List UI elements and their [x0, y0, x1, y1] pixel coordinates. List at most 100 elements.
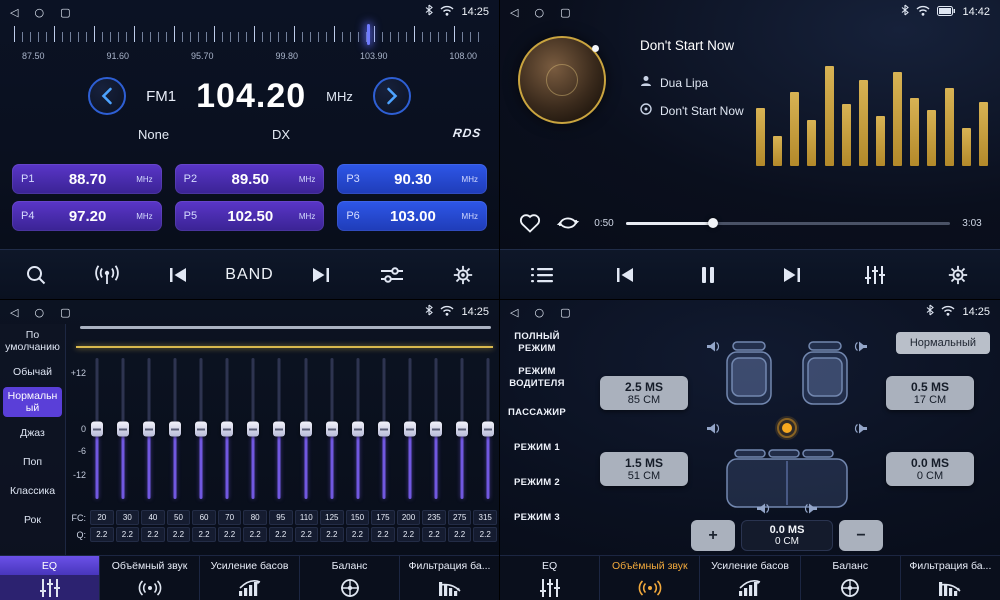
preset-button[interactable]: P4 97.20 MHz — [12, 201, 162, 231]
band-button[interactable]: BAND — [226, 255, 272, 295]
back-icon[interactable]: ◁ — [510, 307, 518, 318]
front-left-delay-button[interactable]: 2.5 MS 85 CM — [600, 376, 688, 410]
eq-band-slider[interactable] — [247, 354, 260, 504]
search-button[interactable] — [13, 255, 59, 295]
recents-icon[interactable]: ▢ — [60, 7, 70, 18]
eq-band-slider[interactable] — [430, 354, 443, 504]
favorite-button[interactable] — [516, 210, 544, 236]
slider-knob[interactable] — [117, 422, 129, 437]
tab-balance[interactable]: Баланс — [801, 556, 901, 600]
eq-band-slider[interactable] — [142, 354, 155, 504]
eq-preset-item[interactable]: Обычай — [3, 358, 62, 385]
tab-filter[interactable]: Фильтрация ба... — [400, 556, 499, 600]
front-right-delay-button[interactable]: 0.5 MS 17 CM — [886, 376, 974, 410]
mode-item[interactable]: РЕЖИМ 1 — [502, 433, 572, 463]
home-icon[interactable]: ○ — [534, 307, 544, 318]
eq-band-slider[interactable] — [168, 354, 181, 504]
scan-stations-button[interactable] — [84, 255, 130, 295]
slider-knob[interactable] — [143, 422, 155, 437]
eq-band-slider[interactable] — [456, 354, 469, 504]
slider-knob[interactable] — [378, 422, 390, 437]
eq-preset-item[interactable]: По умолчанию — [3, 326, 62, 356]
slider-knob[interactable] — [326, 422, 338, 437]
preset-button[interactable]: P3 90.30 MHz — [337, 164, 487, 194]
rear-left-delay-button[interactable]: 1.5 MS 51 CM — [600, 452, 688, 486]
eq-preset-item[interactable]: Рок — [3, 506, 62, 533]
home-icon[interactable]: ○ — [34, 307, 44, 318]
back-icon[interactable]: ◁ — [10, 307, 18, 318]
eq-band-slider[interactable] — [325, 354, 338, 504]
pause-button[interactable] — [685, 255, 731, 295]
profile-button[interactable]: Нормальный — [896, 332, 990, 354]
home-icon[interactable]: ○ — [534, 7, 544, 18]
recents-icon[interactable]: ▢ — [560, 307, 570, 318]
seek-bar[interactable] — [626, 216, 950, 230]
tab-balance[interactable]: Баланс — [300, 556, 400, 600]
eq-band-slider[interactable] — [482, 354, 495, 504]
tab-surround-sound[interactable]: Объёмный звук — [600, 556, 700, 600]
back-icon[interactable]: ◁ — [10, 7, 18, 18]
increase-delay-button[interactable]: + — [691, 520, 735, 551]
previous-station-button[interactable] — [155, 255, 201, 295]
dx-label[interactable]: DX — [272, 127, 290, 142]
equalizer-button[interactable] — [852, 255, 898, 295]
audio-tune-button[interactable] — [369, 255, 415, 295]
tune-up-button[interactable] — [373, 77, 411, 115]
mode-item[interactable]: ПАССАЖИР — [502, 398, 572, 428]
settings-button[interactable] — [440, 255, 486, 295]
preset-button[interactable]: P5 102.50 MHz — [175, 201, 325, 231]
scroll-indicator[interactable] — [80, 326, 491, 329]
tab-bass-boost[interactable]: Усиление басов — [700, 556, 800, 600]
slider-knob[interactable] — [221, 422, 233, 437]
tune-down-button[interactable] — [88, 77, 126, 115]
tab-eq[interactable]: EQ — [0, 556, 100, 600]
tab-filter[interactable]: Фильтрация ба... — [901, 556, 1000, 600]
slider-knob[interactable] — [91, 422, 103, 437]
tab-surround-sound[interactable]: Объёмный звук — [100, 556, 200, 600]
eq-band-slider[interactable] — [404, 354, 417, 504]
mode-item[interactable]: РЕЖИМ 2 — [502, 468, 572, 498]
eq-band-slider[interactable] — [377, 354, 390, 504]
eq-band-slider[interactable] — [195, 354, 208, 504]
eq-preset-item[interactable]: Классика — [3, 477, 62, 504]
eq-band-slider[interactable] — [273, 354, 286, 504]
album-art[interactable] — [518, 36, 606, 124]
slider-knob[interactable] — [247, 422, 259, 437]
playlist-button[interactable] — [519, 255, 565, 295]
eq-preset-item[interactable]: Джаз — [3, 419, 62, 446]
frequency-ruler[interactable]: 87.5091.6095.7099.80103.90108.00 — [14, 24, 485, 68]
slider-knob[interactable] — [482, 422, 494, 437]
settings-button[interactable] — [935, 255, 981, 295]
preset-button[interactable]: P1 88.70 MHz — [12, 164, 162, 194]
repeat-button[interactable] — [554, 210, 582, 236]
preset-button[interactable]: P2 89.50 MHz — [175, 164, 325, 194]
tab-eq[interactable]: EQ — [500, 556, 600, 600]
previous-track-button[interactable] — [602, 255, 648, 295]
mode-item[interactable]: ПОЛНЫЙ РЕЖИМ — [502, 328, 572, 358]
slider-knob[interactable] — [404, 422, 416, 437]
slider-knob[interactable] — [456, 422, 468, 437]
slider-knob[interactable] — [300, 422, 312, 437]
slider-knob[interactable] — [195, 422, 207, 437]
eq-band-slider[interactable] — [90, 354, 103, 504]
next-track-button[interactable] — [769, 255, 815, 295]
eq-band-slider[interactable] — [221, 354, 234, 504]
eq-preset-item[interactable]: Поп — [3, 448, 62, 475]
slider-knob[interactable] — [169, 422, 181, 437]
recents-icon[interactable]: ▢ — [560, 7, 570, 18]
decrease-delay-button[interactable]: − — [839, 520, 883, 551]
preset-button[interactable]: P6 103.00 MHz — [337, 201, 487, 231]
home-icon[interactable]: ○ — [34, 7, 44, 18]
slider-knob[interactable] — [430, 422, 442, 437]
slider-knob[interactable] — [273, 422, 285, 437]
recents-icon[interactable]: ▢ — [60, 307, 70, 318]
mode-item[interactable]: РЕЖИМ ВОДИТЕЛЯ — [502, 363, 572, 393]
eq-band-slider[interactable] — [116, 354, 129, 504]
eq-band-slider[interactable] — [351, 354, 364, 504]
mode-item[interactable]: РЕЖИМ 3 — [502, 503, 572, 533]
rear-right-delay-button[interactable]: 0.0 MS 0 CM — [886, 452, 974, 486]
eq-preset-item[interactable]: Нормальный — [3, 387, 62, 417]
back-icon[interactable]: ◁ — [510, 7, 518, 18]
seek-knob[interactable] — [708, 218, 718, 228]
next-station-button[interactable] — [298, 255, 344, 295]
